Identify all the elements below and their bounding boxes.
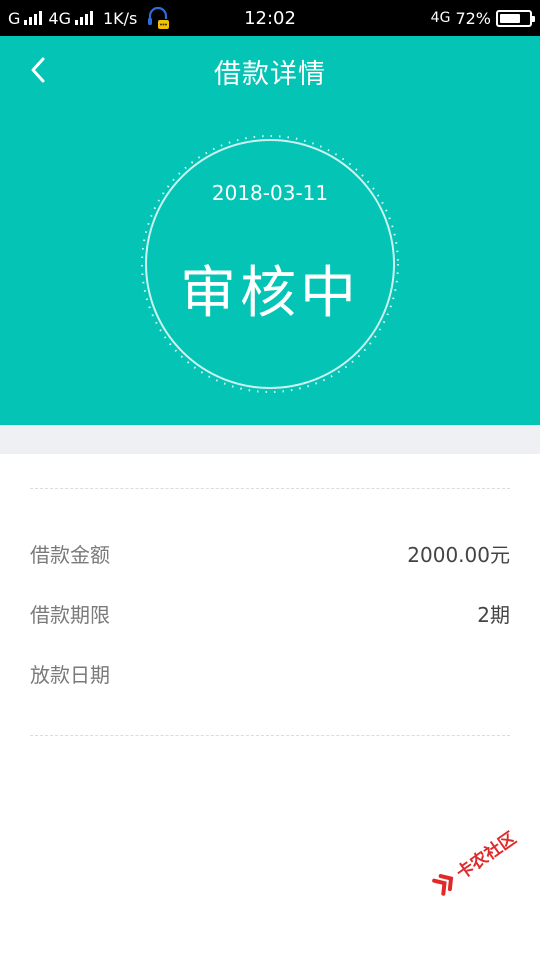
detail-value: 2期 (477, 602, 510, 627)
status-bar: G 4G 1K/s 12:02 4G 72% (0, 0, 540, 36)
section-gap (0, 425, 540, 454)
detail-row-amount: 借款金额 2000.00元 (30, 538, 510, 568)
detail-row-term: 借款期限 2期 (30, 598, 510, 628)
detail-value: 2000.00元 (407, 542, 510, 567)
header-panel: 借款详情 2018-03-11 审核中 (0, 36, 540, 425)
divider-bottom (30, 735, 510, 736)
page-title: 借款详情 (214, 59, 326, 90)
divider-top (30, 488, 510, 489)
detail-row-disbursement-date: 放款日期 (30, 658, 510, 688)
detail-label: 借款金额 (30, 542, 110, 567)
detail-label: 借款期限 (30, 602, 110, 627)
battery-percent: 72% (455, 8, 491, 28)
watermark-text: 卡农社区 (452, 828, 521, 884)
battery-icon (496, 9, 535, 27)
watermark: 卡农社区 (429, 824, 520, 898)
review-status: 审核中 (180, 261, 360, 326)
network-type: 4G (430, 10, 451, 26)
application-date: 2018-03-11 (211, 181, 329, 205)
status-bar-right: 4G 72% (430, 0, 535, 36)
detail-label: 放款日期 (30, 662, 110, 687)
